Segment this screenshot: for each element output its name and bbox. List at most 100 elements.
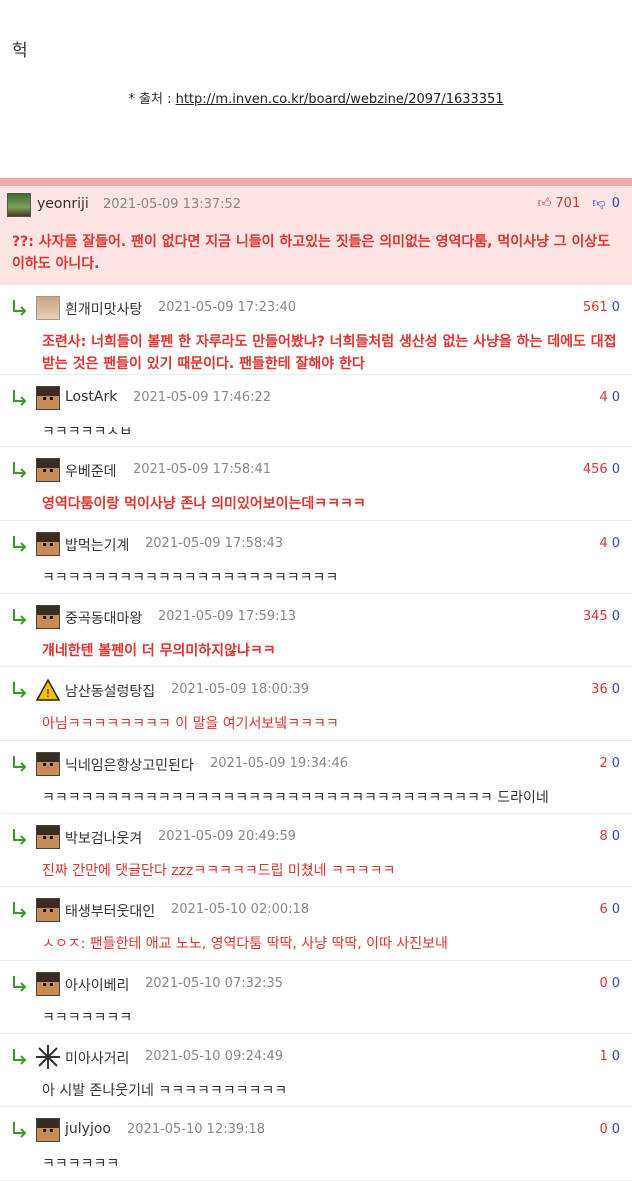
- reply-nick[interactable]: 흰개미맛사탕: [65, 299, 142, 319]
- reply-nick[interactable]: 박보검나웃겨: [65, 828, 142, 848]
- reply-text: ㅅㅇㅈ: 팬들한테 애교 노노, 영역다툼 딱딱, 사냥 딱딱, 이따 사진보내: [42, 936, 448, 952]
- reply-down-count[interactable]: 0: [612, 829, 620, 844]
- source-line: * 출처 : http://m.inven.co.kr/board/webzin…: [0, 88, 632, 107]
- reply-up-count[interactable]: 561: [583, 300, 608, 315]
- svg-text:!: !: [46, 687, 50, 700]
- reply-down-count[interactable]: 0: [612, 1122, 620, 1137]
- best-comment-nick[interactable]: yeonriji: [37, 196, 89, 212]
- landscape-avatar-icon[interactable]: [7, 193, 31, 217]
- best-comment-up-count: 701: [555, 196, 581, 211]
- reply-comment: 미아사거리 2021-05-10 09:24:49 1 0 아 시발 존나웃기네 ㅋㅋㅋ…: [0, 1034, 632, 1107]
- pixel-avatar-icon[interactable]: [36, 825, 60, 849]
- reply-nick[interactable]: 닉네임은항상고민된다: [65, 755, 194, 775]
- reply-text: 걔네한텐 볼펜이 더 무의미하지않냐ㅋㅋ: [42, 643, 276, 659]
- reply-up-count[interactable]: 456: [583, 462, 608, 477]
- thumbs-down-icon[interactable]: 👎︎: [592, 196, 605, 211]
- reply-up-count[interactable]: 1: [599, 1049, 607, 1064]
- reply-text: 아님ㅋㅋㅋㅋㅋㅋㅋㅋ 이 말을 여기서보넼ㅋㅋㅋㅋ: [42, 716, 339, 732]
- reply-down-count[interactable]: 0: [612, 682, 620, 697]
- reply-votes: 456 0: [583, 462, 620, 477]
- best-comment-text: ??: 사자들 잘들어. 팬이 없다면 지금 니들이 하고있는 짓들은 의미없는…: [12, 234, 611, 272]
- reply-comment: 우베준데 2021-05-09 17:58:41 456 0 영역다툼이랑 먹이사냥 존…: [0, 447, 632, 521]
- reply-comment: ! 남산동설렁탕집 2021-05-09 18:00:39 36 0 아님ㅋㅋㅋㅋㅋㅋㅋㅋ…: [0, 667, 632, 741]
- reply-date: 2021-05-09 17:23:40: [158, 300, 297, 315]
- best-comment-down-count: 0: [611, 196, 620, 211]
- reply-nick[interactable]: 태생부터웃대인: [65, 901, 155, 921]
- reply-nick[interactable]: 중곡동대마왕: [65, 608, 142, 628]
- comment-divider-band: [0, 178, 632, 186]
- reply-date: 2021-05-09 17:46:22: [133, 390, 272, 405]
- reply-votes: 561 0: [583, 300, 620, 315]
- reply-date: 2021-05-10 07:32:35: [145, 976, 284, 991]
- post-body: 헉 * 출처 : http://m.inven.co.kr/board/webz…: [0, 0, 632, 178]
- reply-arrow-icon: [10, 899, 30, 919]
- reply-up-count[interactable]: 0: [599, 1122, 607, 1137]
- reply-down-count[interactable]: 0: [612, 609, 620, 624]
- best-comment-header: yeonriji 2021-05-09 13:37:52 👍︎ 701 👎︎ 0: [0, 186, 632, 224]
- reply-arrow-icon: [10, 387, 30, 407]
- reply-up-count[interactable]: 4: [599, 536, 607, 551]
- pixel-avatar-icon[interactable]: [36, 605, 60, 629]
- reply-comment: 아사이베리 2021-05-10 07:32:35 0 0 ㅋㅋㅋㅋㅋㅋㅋ: [0, 961, 632, 1034]
- thumbs-up-icon[interactable]: 👍︎: [538, 196, 552, 211]
- reply-up-count[interactable]: 36: [591, 682, 608, 697]
- reply-text: 진짜 간만에 댓글단다 zzzㅋㅋㅋㅋㅋ드립 미쳤네 ㅋㅋㅋㅋㅋ: [42, 863, 396, 879]
- reply-votes: 00: [599, 1122, 620, 1137]
- reply-down-count[interactable]: 0: [612, 536, 620, 551]
- reply-comment: 닉네임은항상고민된다 2021-05-09 19:34:46 2 0 ㅋㅋㅋㅋㅋㅋㅋㅋㅋ…: [0, 741, 632, 814]
- reply-nick[interactable]: julyjoo: [65, 1121, 111, 1137]
- reply-nick[interactable]: 우베준데: [65, 461, 117, 481]
- reply-up-count[interactable]: 6: [599, 902, 607, 917]
- source-link[interactable]: http://m.inven.co.kr/board/webzine/2097/…: [176, 92, 504, 107]
- reply-arrow-icon: [10, 459, 30, 479]
- reply-nick[interactable]: 미아사거리: [65, 1048, 129, 1068]
- reply-arrow-icon: [10, 533, 30, 553]
- reply-text: ㅋㅋㅋㅋㅋㅋㅋㅋㅋㅋㅋㅋㅋㅋㅋㅋㅋㅋㅋㅋㅋㅋㅋㅋㅋㅋㅋㅋㅋㅋㅋㅋㅋㅋㅋ 드라이네: [42, 790, 549, 806]
- reply-comment: 밥먹는기계 2021-05-09 17:58:43 4 0 ㅋㅋㅋㅋㅋㅋㅋㅋㅋㅋㅋㅋㅋㅋ…: [0, 521, 632, 594]
- reply-arrow-icon: [10, 1119, 30, 1139]
- pixel-avatar-icon[interactable]: [36, 458, 60, 482]
- reply-up-count[interactable]: 4: [599, 390, 607, 405]
- reply-nick[interactable]: 남산동설렁탕집: [65, 681, 155, 701]
- reply-date: 2021-05-10 09:24:49: [145, 1049, 284, 1064]
- reply-down-count[interactable]: 0: [612, 1049, 620, 1064]
- reply-down-count[interactable]: 0: [612, 976, 620, 991]
- pixel-avatar-icon[interactable]: [36, 1118, 60, 1142]
- reply-date: 2021-05-10 02:00:18: [171, 902, 310, 917]
- reply-comment: 박보검나웃겨 2021-05-09 20:49:59 8 0 진짜 간만에 댓글단다 z…: [0, 814, 632, 887]
- reply-nick[interactable]: 밥먹는기계: [65, 535, 129, 555]
- reply-up-count[interactable]: 345: [583, 609, 608, 624]
- reply-date: 2021-05-09 17:59:13: [158, 609, 297, 624]
- reply-down-count[interactable]: 0: [612, 902, 620, 917]
- pixel-avatar-icon[interactable]: [36, 386, 60, 410]
- reply-nick[interactable]: 아사이베리: [65, 975, 129, 995]
- reply-comment: 흰개미맛사탕 2021-05-09 17:23:40 561 0 조련사: 너희들이 볼…: [0, 285, 632, 375]
- pixel-avatar-icon[interactable]: [36, 898, 60, 922]
- reply-up-count[interactable]: 0: [599, 976, 607, 991]
- reply-down-count[interactable]: 0: [612, 756, 620, 771]
- post-text: 헉: [12, 41, 28, 61]
- reply-date: 2021-05-09 17:58:41: [133, 462, 272, 477]
- reply-comment: 태생부터웃대인 2021-05-10 02:00:18 6 0 ㅅㅇㅈ: 팬들한테 애교…: [0, 887, 632, 961]
- pattern-avatar-icon[interactable]: [36, 1045, 60, 1069]
- reply-votes: 40: [599, 536, 620, 551]
- reply-votes: 10: [599, 1049, 620, 1064]
- best-comment-date: 2021-05-09 13:37:52: [103, 197, 242, 212]
- face-icon[interactable]: [36, 296, 60, 320]
- reply-down-count[interactable]: 0: [612, 390, 620, 405]
- reply-down-count[interactable]: 0: [612, 300, 620, 315]
- pixel-avatar-icon[interactable]: [36, 972, 60, 996]
- pixel-avatar-icon[interactable]: [36, 532, 60, 556]
- reply-comment: 중곡동대마왕 2021-05-09 17:59:13 345 0 걔네한텐 볼펜이 더 …: [0, 594, 632, 667]
- reply-text: ㅋㅋㅋㅋㅋㅅㅂ: [42, 424, 133, 440]
- warning-sign-icon[interactable]: !: [35, 678, 61, 702]
- reply-comment: LostArk 2021-05-09 17:46:22 4 0 ㅋㅋㅋㅋㅋㅅㅂ: [0, 375, 632, 447]
- reply-votes: 36 0: [591, 682, 620, 697]
- reply-up-count[interactable]: 8: [599, 829, 607, 844]
- pixel-avatar-icon[interactable]: [36, 752, 60, 776]
- reply-up-count[interactable]: 2: [599, 756, 607, 771]
- reply-arrow-icon: [10, 826, 30, 846]
- reply-date: 2021-05-09 19:34:46: [210, 756, 349, 771]
- reply-nick[interactable]: LostArk: [65, 389, 117, 405]
- reply-down-count[interactable]: 0: [612, 462, 620, 477]
